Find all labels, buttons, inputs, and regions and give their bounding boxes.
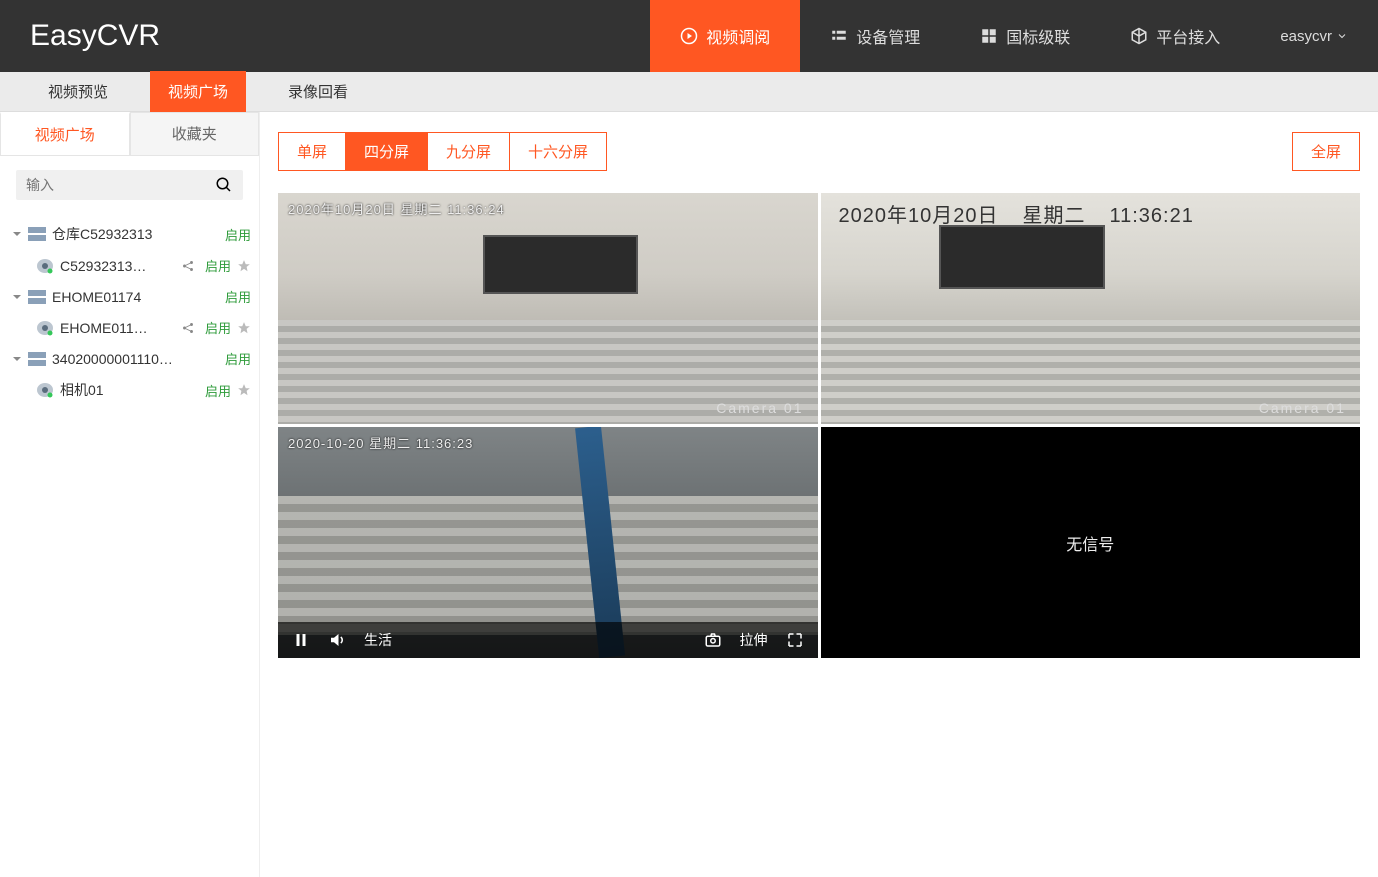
ts-day: 星期二 <box>1022 205 1085 227</box>
search-icon[interactable] <box>215 176 233 194</box>
fullscreen-button[interactable]: 全屏 <box>1292 132 1360 171</box>
grid-icon <box>980 27 998 45</box>
tree-camera[interactable]: 相机01 启用 <box>8 374 255 406</box>
sidebar-tabs: 视频广场 收藏夹 <box>0 112 259 156</box>
nav-device-mgmt[interactable]: 设备管理 <box>800 0 950 72</box>
video-grid: 2020年10月20日 星期二 11:36:24 Camera 01 2020年… <box>278 193 1360 658</box>
share-icon[interactable] <box>181 321 195 335</box>
user-menu[interactable]: easycvr <box>1250 28 1378 45</box>
snapshot-icon[interactable] <box>704 631 722 649</box>
subtab-preview[interactable]: 视频预览 <box>30 71 126 112</box>
play-icon <box>680 27 698 45</box>
status-label: 启用 <box>205 381 231 400</box>
chevron-down-icon <box>1336 30 1348 42</box>
tree-label: EHOME011… <box>60 320 175 336</box>
camera-icon <box>36 258 54 274</box>
tree-camera[interactable]: EHOME011… 启用 <box>8 312 255 343</box>
nav-label: 设备管理 <box>856 24 920 48</box>
device-icon <box>28 352 46 366</box>
player-stretch[interactable]: 拉伸 <box>740 630 768 650</box>
subtab-playback[interactable]: 录像回看 <box>270 71 366 112</box>
tree-label: C52932313… <box>60 258 175 274</box>
video-cell-1[interactable]: 2020年10月20日 星期二 11:36:24 Camera 01 <box>278 193 818 424</box>
nav-video-review[interactable]: 视频调阅 <box>650 0 800 72</box>
content: 单屏 四分屏 九分屏 十六分屏 全屏 2020年10月20日 星期二 11:36… <box>260 112 1378 877</box>
search-box[interactable] <box>16 170 243 200</box>
device-icon <box>28 290 46 304</box>
sidebar-tab-fav[interactable]: 收藏夹 <box>130 112 260 155</box>
sub-tabs: 视频预览 视频广场 录像回看 <box>0 72 1378 112</box>
chevron-down-icon <box>12 229 22 239</box>
cube-icon <box>1130 27 1148 45</box>
video-cell-3[interactable]: 2020-10-20 星期二 11:36:23 生活 拉伸 <box>278 427 818 658</box>
list-icon <box>830 27 848 45</box>
split-16[interactable]: 十六分屏 <box>510 133 606 170</box>
timestamp-overlay: 2020-10-20 星期二 11:36:23 <box>288 433 473 452</box>
star-icon[interactable] <box>237 383 251 397</box>
app-logo: EasyCVR <box>0 19 250 53</box>
timestamp-overlay: 2020年10月20日 星期二 11:36:24 <box>288 199 505 218</box>
main: 视频广场 收藏夹 仓库C52932313 启用 C52932313… 启用 <box>0 112 1378 877</box>
nav-gb-cascade[interactable]: 国标级联 <box>950 0 1100 72</box>
tree-group[interactable]: 34020000001110… 启用 <box>8 343 255 374</box>
camera-icon <box>36 382 54 398</box>
split-buttons: 单屏 四分屏 九分屏 十六分屏 <box>278 132 607 171</box>
subtab-square[interactable]: 视频广场 <box>150 71 246 112</box>
status-label: 启用 <box>205 318 231 337</box>
star-icon[interactable] <box>237 321 251 335</box>
expand-icon[interactable] <box>786 631 804 649</box>
tree-label: 相机01 <box>60 380 195 400</box>
video-cell-2[interactable]: 2020年10月20日 星期二 11:36:21 Camera 01 <box>821 193 1361 424</box>
user-label: easycvr <box>1280 28 1332 45</box>
camera-label: Camera 01 <box>716 400 803 416</box>
nav-label: 平台接入 <box>1156 24 1220 48</box>
video-cell-4[interactable]: 无信号 <box>821 427 1361 658</box>
device-icon <box>28 227 46 241</box>
tree-label: 34020000001110… <box>52 351 215 367</box>
camera-label: Camera 01 <box>1259 400 1346 416</box>
tree-label: 仓库C52932313 <box>52 224 215 244</box>
star-icon[interactable] <box>237 259 251 273</box>
status-label: 启用 <box>225 287 251 306</box>
timestamp-overlay: 2020年10月20日 星期二 11:36:21 <box>839 199 1212 228</box>
video-frame <box>278 193 818 424</box>
tree-label: EHOME01174 <box>52 289 215 305</box>
top-nav: 视频调阅 设备管理 国标级联 平台接入 <box>650 0 1250 72</box>
ts-time: 11:36:21 <box>1109 205 1193 227</box>
toolbar: 单屏 四分屏 九分屏 十六分屏 全屏 <box>278 132 1360 171</box>
search-input[interactable] <box>26 177 215 193</box>
nav-label: 国标级联 <box>1006 24 1070 48</box>
nav-platform-access[interactable]: 平台接入 <box>1100 0 1250 72</box>
chevron-down-icon <box>12 354 22 364</box>
no-signal-label: 无信号 <box>821 427 1361 658</box>
split-4[interactable]: 四分屏 <box>346 133 428 170</box>
sidebar: 视频广场 收藏夹 仓库C52932313 启用 C52932313… 启用 <box>0 112 260 877</box>
nav-label: 视频调阅 <box>706 24 770 48</box>
header: EasyCVR 视频调阅 设备管理 国标级联 平台接入 easycvr <box>0 0 1378 72</box>
volume-icon[interactable] <box>328 631 346 649</box>
status-label: 启用 <box>225 225 251 244</box>
player-controls: 生活 拉伸 <box>278 622 818 658</box>
player-mode[interactable]: 生活 <box>364 630 392 650</box>
status-label: 启用 <box>205 256 231 275</box>
pause-icon[interactable] <box>292 631 310 649</box>
split-1[interactable]: 单屏 <box>279 133 346 170</box>
split-9[interactable]: 九分屏 <box>428 133 510 170</box>
ts-date: 2020年10月20日 <box>839 205 999 227</box>
device-tree: 仓库C52932313 启用 C52932313… 启用 EHOME01174 … <box>0 214 259 406</box>
sidebar-tab-square[interactable]: 视频广场 <box>0 112 130 155</box>
camera-icon <box>36 320 54 336</box>
tree-group[interactable]: EHOME01174 启用 <box>8 281 255 312</box>
share-icon[interactable] <box>181 259 195 273</box>
tree-group[interactable]: 仓库C52932313 启用 <box>8 218 255 250</box>
status-label: 启用 <box>225 349 251 368</box>
chevron-down-icon <box>12 292 22 302</box>
tree-camera[interactable]: C52932313… 启用 <box>8 250 255 281</box>
